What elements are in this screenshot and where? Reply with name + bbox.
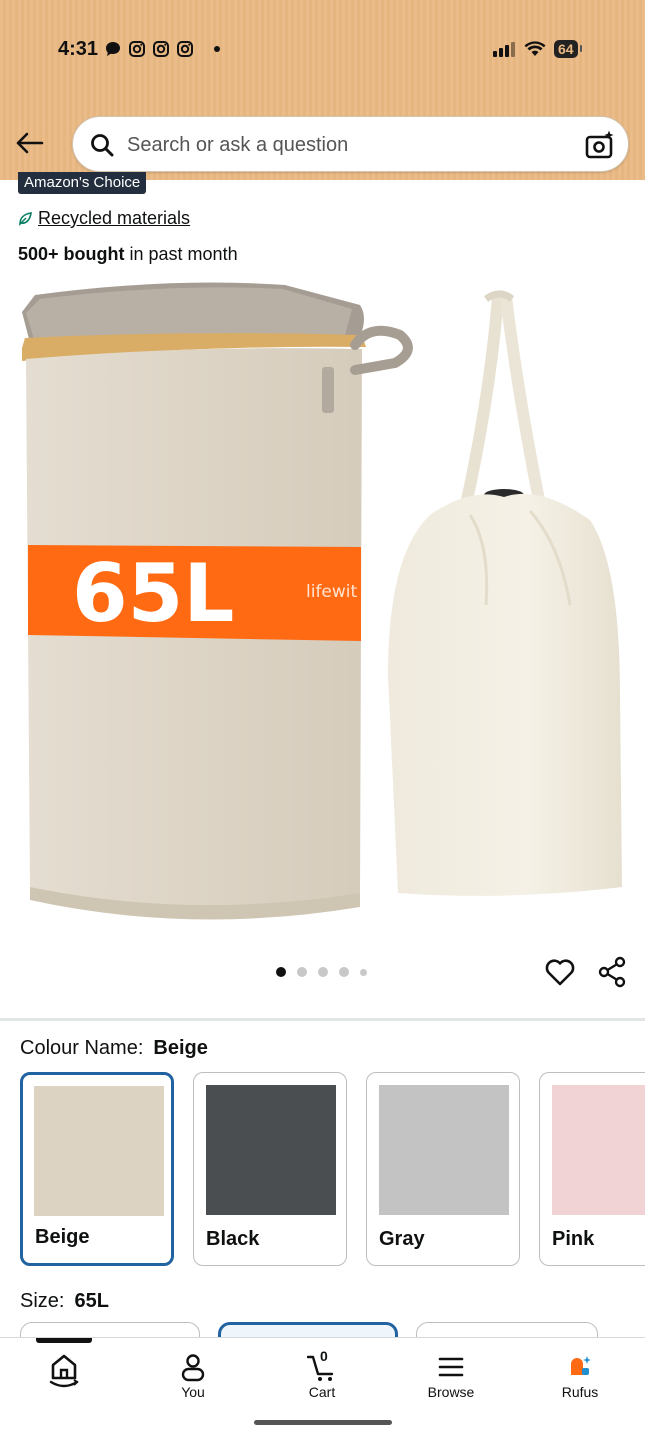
bought-count-bold: 500+ bought bbox=[18, 244, 125, 264]
carousel-dot[interactable] bbox=[297, 967, 307, 977]
colour-name-row: Colour Name: Beige bbox=[20, 1037, 208, 1060]
colour-label: Colour Name: bbox=[20, 1037, 144, 1059]
size-selected-value: 65L bbox=[74, 1290, 109, 1312]
carousel-dot[interactable] bbox=[339, 967, 349, 977]
search-input[interactable] bbox=[127, 129, 567, 161]
carousel-dot[interactable] bbox=[276, 967, 286, 977]
swatch-gray-label: Gray bbox=[379, 1228, 425, 1250]
carousel-dot[interactable] bbox=[318, 967, 328, 977]
swatch-pink-label: Pink bbox=[552, 1228, 595, 1250]
swatch-gray-image bbox=[379, 1085, 509, 1215]
instagram-icon bbox=[153, 41, 169, 57]
nav-browse-label: Browse bbox=[427, 1384, 475, 1400]
size-label: Size: bbox=[20, 1290, 65, 1312]
capacity-text: 65L bbox=[72, 547, 234, 640]
swatch-black[interactable]: Black bbox=[193, 1072, 347, 1266]
swatch-black-label: Black bbox=[206, 1228, 260, 1250]
nav-home[interactable] bbox=[19, 1338, 109, 1408]
bought-count-suffix: in past month bbox=[124, 244, 238, 264]
nav-cart-label: Cart bbox=[308, 1384, 336, 1400]
image-carousel-dots[interactable] bbox=[276, 967, 367, 977]
nav-cart[interactable]: 0 Cart bbox=[277, 1338, 367, 1408]
rufus-icon bbox=[571, 1356, 591, 1375]
swatch-gray[interactable]: Gray bbox=[366, 1072, 520, 1266]
wishlist-heart-icon[interactable] bbox=[544, 956, 576, 988]
swatch-pink[interactable]: Pink bbox=[539, 1072, 645, 1266]
system-status-icons: 64 bbox=[492, 40, 582, 58]
back-arrow-icon bbox=[16, 132, 44, 154]
swatch-pink-image bbox=[552, 1085, 645, 1215]
size-row: Size: 65L bbox=[20, 1290, 109, 1313]
notification-icons bbox=[104, 40, 220, 58]
swatch-beige-image bbox=[34, 1086, 164, 1216]
nav-rufus-label: Rufus bbox=[561, 1384, 599, 1400]
carousel-dot[interactable] bbox=[360, 968, 367, 976]
product-image[interactable]: 65L lifewit bbox=[0, 275, 645, 955]
leaf-icon bbox=[19, 211, 32, 226]
status-bar: 4:31 64 bbox=[0, 0, 645, 100]
chat-bubble-icon bbox=[106, 42, 120, 56]
menu-icon bbox=[438, 1357, 464, 1377]
recycled-materials-label: Recycled materials bbox=[38, 208, 191, 228]
swatch-black-image bbox=[206, 1085, 336, 1215]
brand-text: lifewit bbox=[306, 582, 358, 602]
instagram-icon bbox=[129, 41, 145, 57]
section-divider bbox=[0, 1018, 645, 1021]
header: 4:31 64 bbox=[0, 0, 645, 180]
nav-browse[interactable]: Browse bbox=[406, 1338, 496, 1408]
signal-icon bbox=[493, 42, 515, 57]
nav-you[interactable]: You bbox=[148, 1338, 238, 1408]
status-time: 4:31 bbox=[58, 38, 99, 60]
bought-count: 500+ bought in past month bbox=[18, 244, 238, 265]
colour-swatches: Beige Black Gray Pink bbox=[20, 1072, 645, 1268]
more-notifications-dot bbox=[214, 46, 220, 52]
wifi-icon bbox=[524, 41, 546, 56]
battery-indicator: 64 bbox=[554, 40, 582, 58]
colour-selected-value: Beige bbox=[153, 1037, 208, 1059]
camera-lens-icon[interactable] bbox=[584, 129, 616, 161]
user-icon bbox=[181, 1354, 205, 1382]
home-gesture-bar[interactable] bbox=[254, 1420, 392, 1425]
home-icon bbox=[49, 1354, 79, 1388]
share-icon[interactable] bbox=[596, 956, 628, 988]
instagram-icon bbox=[177, 41, 193, 57]
cart-count-badge: 0 bbox=[320, 1348, 328, 1364]
amazons-choice-badge: Amazon's Choice bbox=[18, 172, 147, 194]
search-bar[interactable] bbox=[72, 116, 629, 172]
recycled-materials-link[interactable]: Recycled materials bbox=[18, 208, 190, 229]
search-icon bbox=[91, 134, 114, 157]
swatch-beige-label: Beige bbox=[35, 1226, 90, 1248]
nav-rufus[interactable]: Rufus bbox=[535, 1338, 625, 1408]
nav-you-label: You bbox=[181, 1384, 205, 1400]
swatch-beige[interactable]: Beige bbox=[20, 1072, 174, 1266]
back-button[interactable] bbox=[12, 126, 46, 160]
